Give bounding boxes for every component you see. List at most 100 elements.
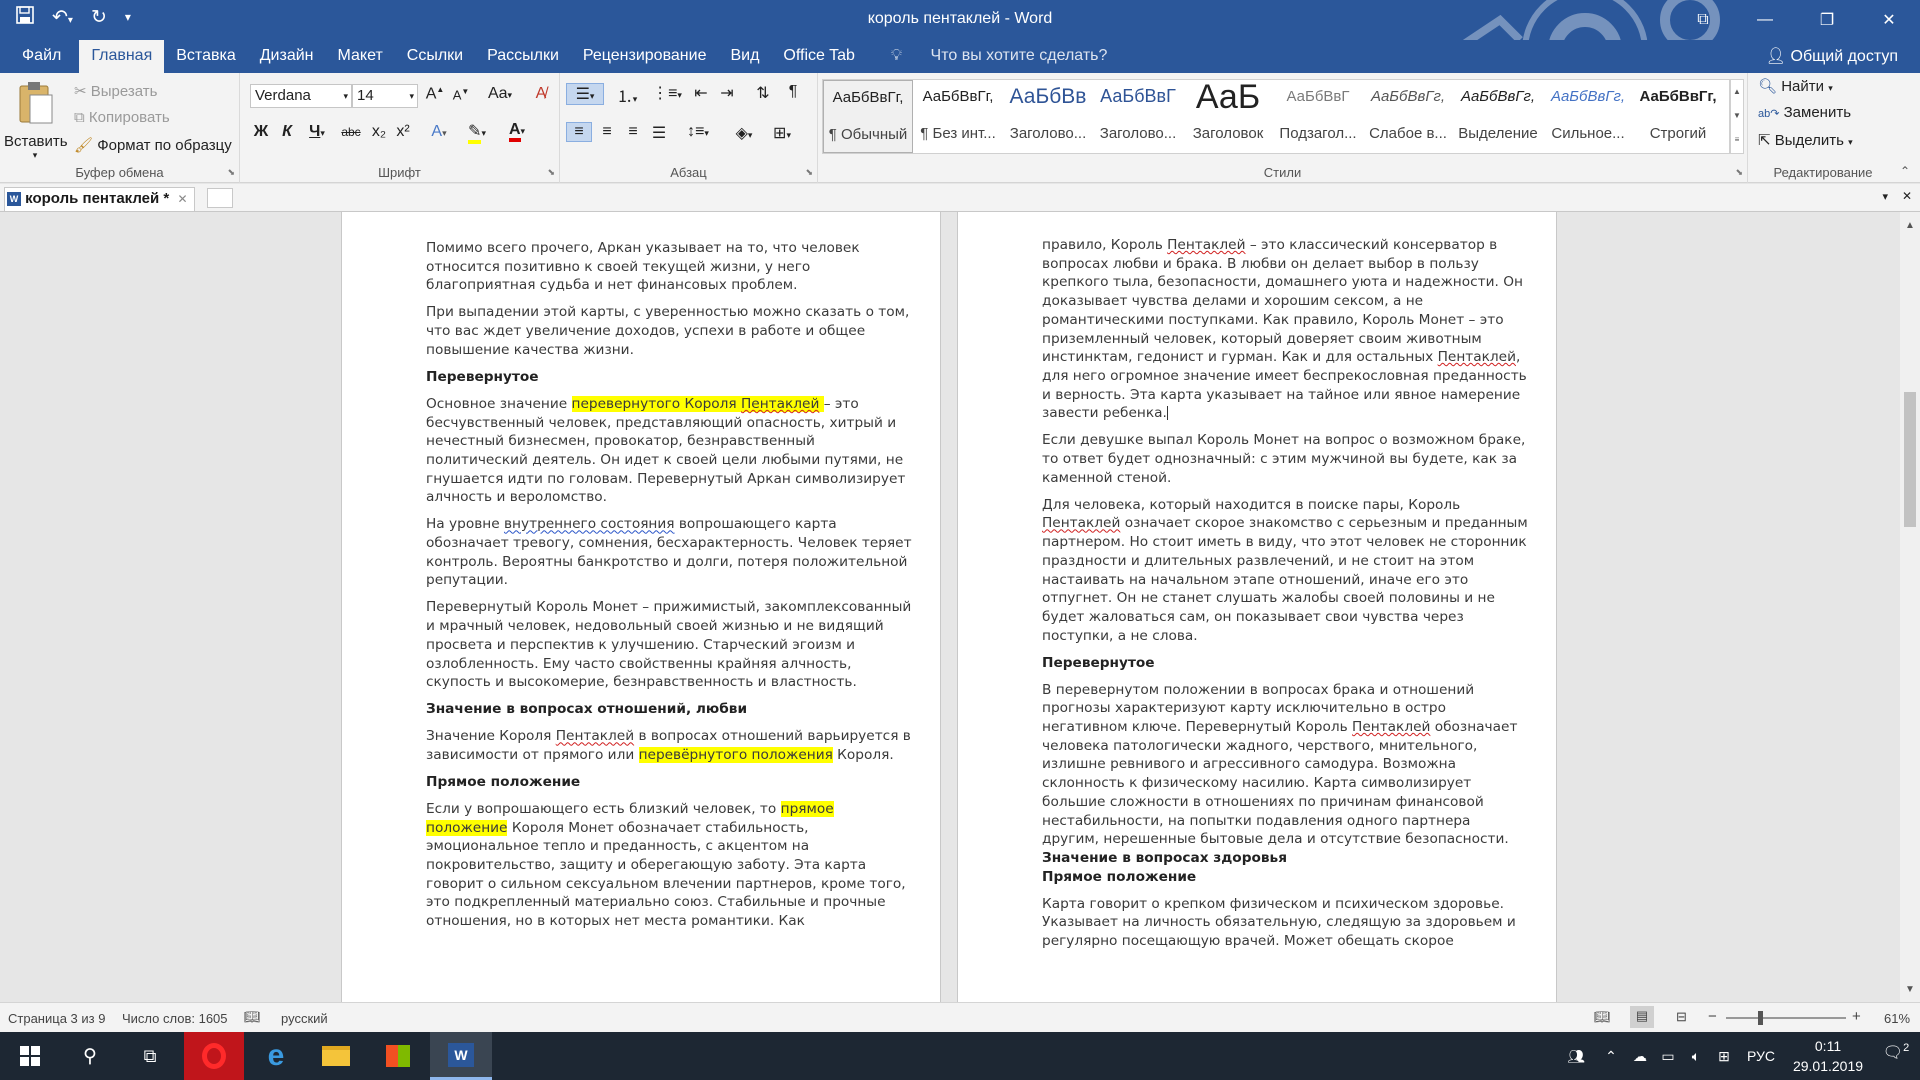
replace-button[interactable]: ab↷ Заменить	[1758, 104, 1851, 121]
people-icon[interactable]: 👥︎	[1556, 1048, 1596, 1065]
language-indicator[interactable]: русский	[281, 1011, 328, 1026]
print-layout-icon[interactable]: ▤	[1630, 1006, 1654, 1028]
tab-review[interactable]: Рецензирование	[571, 40, 719, 73]
new-tab-button[interactable]	[207, 188, 233, 208]
line-spacing-button[interactable]: ↕≡▾	[682, 123, 714, 141]
style-strong[interactable]: АаБбВвГг, Строгий	[1633, 80, 1723, 153]
style-heading-1[interactable]: АаБбВв Заголово...	[1003, 80, 1093, 153]
dialog-launcher-icon[interactable]: ⬊	[227, 167, 235, 178]
shading-button[interactable]: ◈▾	[728, 123, 760, 143]
change-case-icon[interactable]: Aa▾	[484, 85, 516, 103]
word-count[interactable]: Число слов: 1605	[122, 1011, 228, 1026]
file-explorer-app[interactable]	[306, 1032, 366, 1080]
find-button[interactable]: 🔍︎ Найти ▾	[1758, 77, 1833, 95]
clock[interactable]: 0:11 29.01.2019	[1780, 1036, 1876, 1076]
tab-home[interactable]: Главная	[79, 40, 165, 73]
onedrive-icon[interactable]: ☁	[1626, 1048, 1654, 1065]
borders-button[interactable]: ⊞▾	[766, 123, 798, 143]
font-color-icon[interactable]: A▾	[502, 121, 532, 142]
strikethrough-button[interactable]: abc	[338, 125, 364, 139]
dialog-launcher-icon[interactable]: ⬊	[547, 167, 555, 178]
input-indicator-icon[interactable]: ⊞	[1710, 1048, 1738, 1065]
show-formatting-button[interactable]: ¶	[782, 83, 804, 101]
zoom-slider-thumb[interactable]	[1758, 1011, 1763, 1025]
read-mode-icon[interactable]: 📖︎	[1594, 1009, 1611, 1025]
shrink-font-icon[interactable]: A▼	[450, 87, 472, 102]
text-effects-icon[interactable]: A▾	[424, 123, 454, 141]
language-button[interactable]: РУС	[1738, 1048, 1784, 1064]
styles-gallery-scroll[interactable]: ▲ ▼ ≡	[1730, 79, 1744, 154]
cut-button[interactable]: ✂ Вырезать	[74, 82, 157, 100]
action-center-button[interactable]: 🗨︎2	[1876, 1042, 1916, 1062]
close-tab-icon[interactable]: ✕	[177, 192, 187, 206]
dialog-launcher-icon[interactable]: ⬊	[1735, 167, 1743, 178]
zoom-level[interactable]: 61%	[1884, 1011, 1910, 1026]
align-right-button[interactable]: ≡	[622, 123, 644, 141]
justify-button[interactable]: ☰	[648, 123, 670, 143]
search-button[interactable]: ⚲	[60, 1032, 120, 1080]
style-heading-2[interactable]: АаБбВвГ Заголово...	[1093, 80, 1183, 153]
share-button[interactable]: 👤︎ Общий доступ	[1766, 46, 1898, 66]
font-name-select[interactable]: Verdana ▾	[250, 84, 352, 108]
zoom-in-icon[interactable]: +	[1852, 1008, 1861, 1025]
tab-references[interactable]: Ссылки	[395, 40, 475, 73]
tab-design[interactable]: Дизайн	[248, 40, 326, 73]
opera-app[interactable]	[184, 1032, 244, 1080]
page-counter[interactable]: Страница 3 из 9	[8, 1011, 105, 1026]
italic-button[interactable]: К	[276, 123, 298, 141]
align-left-button[interactable]: ≡	[566, 122, 592, 142]
style-emphasis[interactable]: АаБбВвГг, Выделение	[1453, 80, 1543, 153]
increase-indent-button[interactable]: ⇥	[716, 83, 738, 103]
scrollbar-thumb[interactable]	[1904, 392, 1916, 527]
task-view-button[interactable]: ⧉	[120, 1032, 180, 1080]
zoom-slider[interactable]	[1726, 1011, 1846, 1025]
numbering-button[interactable]: ⒈▾	[610, 83, 644, 107]
copy-button[interactable]: ⧉ Копировать	[74, 109, 170, 126]
decrease-indent-button[interactable]: ⇤	[690, 83, 712, 103]
edge-app[interactable]: e	[246, 1032, 306, 1080]
collapse-ribbon-icon[interactable]: ⌃	[1900, 164, 1910, 178]
web-layout-icon[interactable]: ⊟	[1676, 1009, 1687, 1025]
underline-button[interactable]: Ч▾	[302, 123, 332, 141]
superscript-button[interactable]: x²	[392, 123, 414, 141]
tell-me-search[interactable]: 💡︎ Что вы хотите сделать?	[867, 40, 1132, 73]
style-subtle-emphasis[interactable]: АаБбВвГг, Слабое в...	[1363, 80, 1453, 153]
style-no-spacing[interactable]: АаБбВвГг, ¶ Без инт...	[913, 80, 1003, 153]
dialog-launcher-icon[interactable]: ⬊	[805, 167, 813, 178]
start-button[interactable]	[0, 1032, 60, 1080]
scroll-up-icon[interactable]: ▲	[1902, 218, 1918, 234]
grow-font-icon[interactable]: A▲	[424, 85, 446, 103]
zoom-out-icon[interactable]: −	[1708, 1008, 1717, 1025]
multilevel-list-button[interactable]: ⋮≡▾	[650, 83, 684, 103]
scroll-down-icon[interactable]: ▼	[1902, 982, 1918, 998]
font-size-select[interactable]: 14 ▾	[352, 84, 418, 108]
tab-list-dropdown-icon[interactable]: ▾	[1882, 190, 1888, 203]
tab-mailings[interactable]: Рассылки	[475, 40, 571, 73]
ribbon-display-options-icon[interactable]: ⧉	[1672, 0, 1734, 40]
style-subtitle[interactable]: АаБбВвГ Подзагол...	[1273, 80, 1363, 153]
store-app[interactable]	[368, 1032, 428, 1080]
restore-button[interactable]: ❐	[1796, 0, 1858, 40]
clear-formatting-icon[interactable]: A̸	[530, 85, 552, 103]
network-icon[interactable]: ▭	[1654, 1048, 1682, 1065]
tab-office-tab[interactable]: Office Tab	[771, 40, 866, 73]
document-tab[interactable]: W король пентаклей * ✕	[4, 187, 195, 211]
style-normal[interactable]: АаБбВвГг, ¶ Обычный	[823, 80, 913, 153]
format-painter-button[interactable]: 🖌︎ Формат по образцу	[74, 136, 232, 154]
align-center-button[interactable]: ≡	[596, 123, 618, 141]
sort-button[interactable]: ⇅	[752, 83, 774, 103]
select-button[interactable]: ⇱ Выделить ▾	[1758, 131, 1853, 149]
volume-icon[interactable]: 🔈︎	[1682, 1048, 1710, 1065]
vertical-scrollbar[interactable]: ▲ ▼	[1900, 212, 1920, 1002]
style-intense-emphasis[interactable]: АаБбВвГг, Сильное...	[1543, 80, 1633, 153]
close-document-icon[interactable]: ✕	[1902, 189, 1912, 203]
tab-layout[interactable]: Макет	[326, 40, 395, 73]
close-button[interactable]: ✕	[1858, 0, 1920, 40]
bullets-button[interactable]: ☰▾	[566, 83, 604, 105]
highlight-color-icon[interactable]: ✎▾	[462, 121, 492, 144]
subscript-button[interactable]: x₂	[368, 123, 390, 141]
page-text-right[interactable]: правило, Король Пентаклей – это классиче…	[1042, 236, 1528, 959]
word-app[interactable]: W	[430, 1032, 492, 1080]
bold-button[interactable]: Ж	[250, 123, 272, 141]
tab-insert[interactable]: Вставка	[164, 40, 247, 73]
